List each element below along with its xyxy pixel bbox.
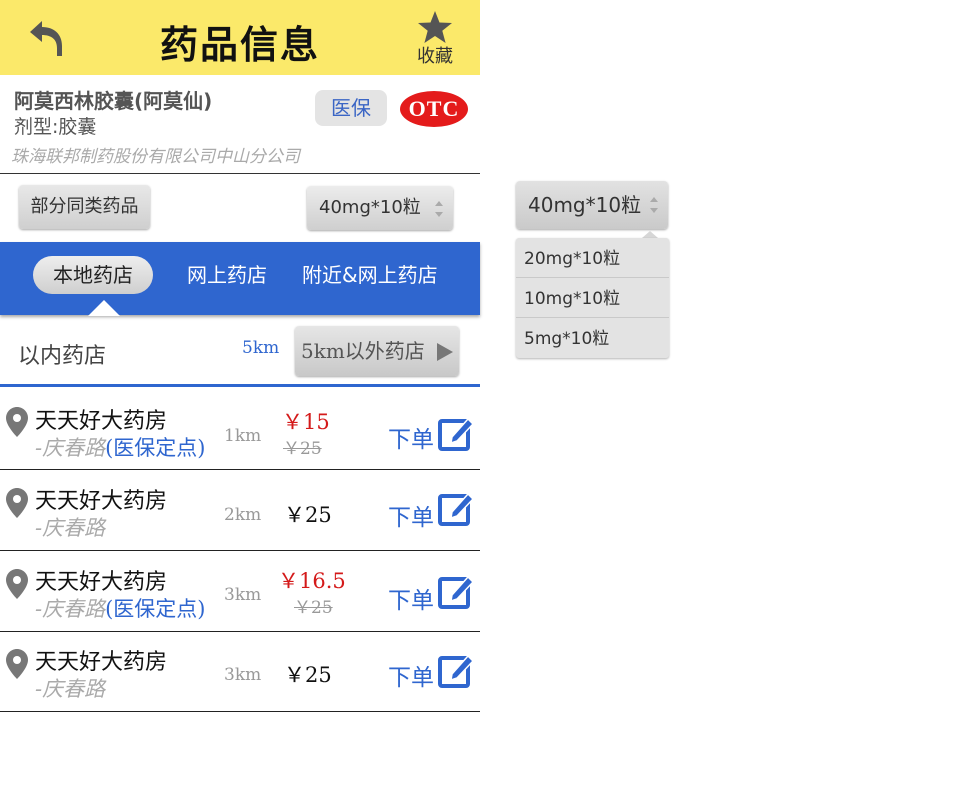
store-row[interactable]: 天天好大药房 -庆春路(医保定点) 1km ￥15 ￥25 下单 <box>0 389 480 470</box>
store-price: ￥15 <box>282 410 330 434</box>
store-distance: 2km <box>224 505 262 525</box>
drug-name: 阿莫西林胶囊(阿莫仙) <box>14 89 213 113</box>
otc-badge: OTC <box>400 91 468 127</box>
drug-info: 阿莫西林胶囊(阿莫仙) 剂型:胶囊 珠海联邦制药股份有限公司中山分公司 医保 O… <box>0 75 480 174</box>
within-km: 5km <box>242 338 280 358</box>
similar-drugs-button[interactable]: 部分同类药品 <box>19 185 150 229</box>
store-street: -庆春路 <box>35 673 105 703</box>
spec-dropdown-value: 40mg*10粒 <box>528 193 642 217</box>
store-distance: 3km <box>224 665 262 685</box>
order-button[interactable]: 下单 <box>388 420 434 454</box>
store-price: ￥25 <box>284 663 332 687</box>
store-street: -庆春路(医保定点) <box>35 593 206 623</box>
store-name: 天天好大药房 <box>35 409 168 434</box>
drug-manufacturer: 珠海联邦制药股份有限公司中山分公司 <box>11 147 300 167</box>
dropdown-caret <box>642 231 658 238</box>
select-arrows-icon <box>435 201 443 217</box>
location-pin-icon <box>6 649 28 679</box>
street-text: -庆春路 <box>35 516 106 540</box>
insurance-badge: 医保 <box>315 90 387 126</box>
store-name: 天天好大药房 <box>35 650 168 675</box>
spec-dropdown-list: 20mg*10粒 10mg*10粒 5mg*10粒 <box>516 238 669 358</box>
store-tabs: 本地药店 网上药店 附近&网上药店 <box>0 242 480 315</box>
insurance-tag: (医保定点) <box>105 597 206 621</box>
order-button[interactable]: 下单 <box>388 498 434 532</box>
street-text: -庆春路 <box>35 677 106 701</box>
active-tab-pointer <box>88 300 120 316</box>
street-text: -庆春路 <box>35 436 106 460</box>
store-price: ￥25 <box>284 503 332 527</box>
favorite-label: 收藏 <box>417 46 453 67</box>
page-title: 药品信息 <box>159 22 320 67</box>
dropdown-option[interactable]: 20mg*10粒 <box>516 238 669 278</box>
tab-local-pharmacy[interactable]: 本地药店 <box>33 256 153 294</box>
store-distance: 3km <box>224 585 262 605</box>
store-street: -庆春路(医保定点) <box>35 432 206 462</box>
spec-select-value: 40mg*10粒 <box>319 197 421 218</box>
order-button[interactable]: 下单 <box>388 658 434 692</box>
street-text: -庆春路 <box>35 597 106 621</box>
store-old-price: ￥25 <box>294 598 333 618</box>
within-distance-label: 5km 以内药店 <box>18 338 279 370</box>
order-button[interactable]: 下单 <box>388 581 434 615</box>
tab-online-pharmacy[interactable]: 网上药店 <box>187 242 267 308</box>
store-distance: 1km <box>224 426 262 446</box>
outside-distance-button[interactable]: 5km以外药店 <box>295 326 459 376</box>
location-pin-icon <box>6 407 28 437</box>
insurance-tag: (医保定点) <box>105 436 206 460</box>
store-old-price: ￥25 <box>283 439 322 459</box>
dropdown-option[interactable]: 10mg*10粒 <box>516 278 669 318</box>
within-text: 以内药店 <box>18 344 107 369</box>
spec-select[interactable]: 40mg*10粒 <box>307 186 453 230</box>
store-row[interactable]: 天天好大药房 -庆春路 3km ￥25 下单 <box>0 631 480 712</box>
store-street: -庆春路 <box>35 512 105 542</box>
dropdown-option[interactable]: 5mg*10粒 <box>516 318 669 357</box>
star-icon <box>418 11 452 43</box>
store-price: ￥16.5 <box>278 569 346 593</box>
edit-icon[interactable] <box>438 652 474 688</box>
distance-filter-row: 5km 以内药店 5km以外药店 <box>0 316 480 387</box>
outside-distance-label: 5km以外药店 <box>301 339 425 363</box>
tab-nearby-online-pharmacy[interactable]: 附近&网上药店 <box>302 242 438 308</box>
edit-icon[interactable] <box>438 415 474 451</box>
store-row[interactable]: 天天好大药房 -庆春路(医保定点) 3km ￥16.5 ￥25 下单 <box>0 551 480 632</box>
store-name: 天天好大药房 <box>35 570 168 595</box>
drug-form: 剂型:胶囊 <box>14 116 97 138</box>
play-arrow-icon <box>437 343 453 361</box>
phone-screen: 药品信息 收藏 阿莫西林胶囊(阿莫仙) 剂型:胶囊 珠海联邦制药股份有限公司中山… <box>0 0 480 800</box>
app-header: 药品信息 收藏 <box>0 0 480 75</box>
store-row[interactable]: 天天好大药房 -庆春路 2km ￥25 下单 <box>0 470 480 551</box>
location-pin-icon <box>6 488 28 518</box>
location-pin-icon <box>6 569 28 599</box>
store-name: 天天好大药房 <box>35 489 168 514</box>
edit-icon[interactable] <box>438 490 474 526</box>
spec-dropdown-select[interactable]: 40mg*10粒 <box>516 181 668 229</box>
edit-icon[interactable] <box>438 573 474 609</box>
select-arrows-icon <box>650 197 658 213</box>
favorite-button[interactable]: 收藏 <box>410 10 460 72</box>
